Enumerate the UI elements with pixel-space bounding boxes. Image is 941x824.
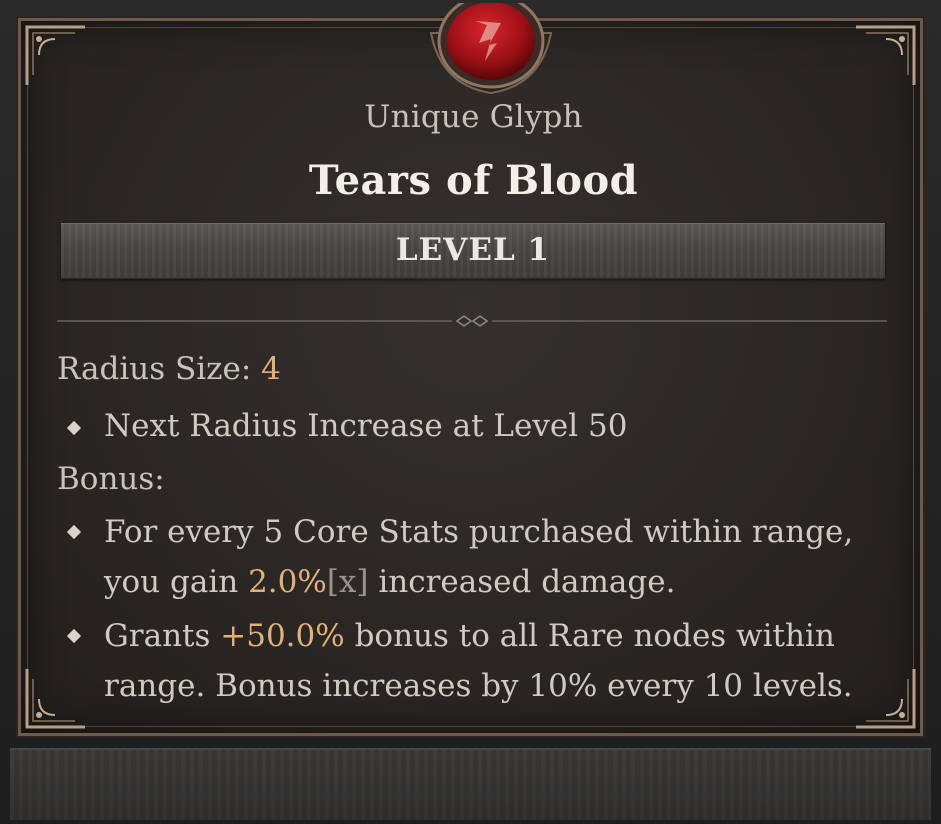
bonus-2-line-1: Grants +50.0% bonus to all Rare nodes wi… — [104, 611, 835, 661]
item-type-label: Unique Glyph — [364, 99, 583, 135]
frame-corner-ornament-icon — [854, 25, 916, 87]
glyph-tooltip: Unique Glyph Tears of Blood LEVEL 1 Radi… — [16, 3, 925, 738]
level-label: LEVEL 1 — [395, 232, 551, 268]
bonus-1-value: 2.0% — [248, 564, 327, 600]
bonus-2-prefix: Grants — [104, 618, 221, 654]
radius-size-value: 4 — [261, 351, 281, 387]
bottom-panel-strip — [10, 748, 931, 820]
bonus-1-line-2: you gain 2.0%[x] increased damage. — [104, 557, 675, 607]
bonus-1-multiplier-tag: [x] — [326, 564, 369, 600]
bonus-2-suffix: bonus to all Rare nodes within — [344, 618, 835, 654]
radius-increase-note: Next Radius Increase at Level 50 — [104, 408, 628, 444]
bonus-1-prefix: you gain — [104, 564, 249, 600]
level-banner: LEVEL 1 — [61, 223, 885, 279]
bonus-1-suffix: increased damage. — [368, 564, 676, 600]
radius-size-label: Radius Size: — [57, 351, 262, 387]
frame-corner-ornament-icon — [25, 667, 87, 729]
diamond-bullet-icon — [66, 420, 82, 436]
radius-size-stat: Radius Size: 4 — [57, 351, 281, 387]
bonus-2-line-2: range. Bonus increases by 10% every 10 l… — [104, 668, 853, 704]
bonus-2-value: +50.0% — [220, 618, 345, 654]
diamond-bullet-icon — [66, 628, 82, 644]
frame-corner-ornament-icon — [25, 25, 87, 87]
ornament-divider-icon — [57, 313, 887, 329]
diamond-bullet-icon — [66, 524, 82, 540]
item-name-title: Tears of Blood — [308, 157, 639, 204]
bonus-label: Bonus: — [57, 461, 165, 497]
bonus-1-line-1: For every 5 Core Stats purchased within … — [104, 514, 854, 550]
blood-glyph-icon — [421, 3, 561, 95]
frame-corner-ornament-icon — [854, 667, 916, 729]
